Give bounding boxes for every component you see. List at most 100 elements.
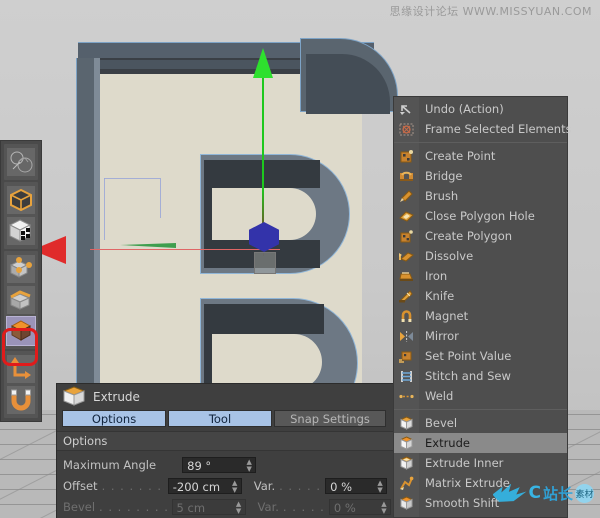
axis-center-handle[interactable] — [254, 252, 276, 274]
texture-tag-mode-button[interactable] — [6, 216, 36, 246]
guide-line-1 — [104, 178, 160, 179]
menu-item-extrude[interactable]: Extrude — [394, 433, 567, 453]
field-extra-input[interactable]: 0 % ▲▼ — [329, 499, 391, 515]
extrude-cube-icon — [394, 433, 419, 453]
menu-item-label: Frame Selected Elements — [419, 122, 572, 136]
extrude-inner-icon — [394, 453, 419, 473]
field-input-bevel[interactable]: 5 cm ▲▼ — [172, 499, 246, 515]
field-label: Offset — [63, 479, 98, 493]
mesh-commands-menu[interactable]: Undo (Action) Frame Selected Elements Crea… — [393, 96, 568, 518]
guide-line-3 — [160, 178, 161, 218]
menu-item-dissolve[interactable]: Dissolve — [394, 246, 567, 266]
field-label: Maximum Angle — [63, 458, 156, 472]
field-row-offset[interactable]: Offset. . . . . . . .-200 cm▲▼Var.. . . … — [63, 476, 395, 495]
magnet-icon — [7, 386, 35, 414]
axis-y-shaft[interactable] — [262, 55, 264, 245]
spinner-arrows-icon[interactable]: ▲▼ — [376, 480, 384, 494]
menu-item-extrude-inner[interactable]: Extrude Inner — [394, 453, 567, 473]
field-extra-label: Var. — [254, 479, 275, 493]
menu-item-create-point[interactable]: Create Point — [394, 146, 567, 166]
menu-item-brush[interactable]: Brush — [394, 186, 567, 206]
toolbar-group-0 — [4, 144, 38, 180]
bridge-icon — [394, 166, 419, 186]
edges-mode-button[interactable] — [6, 285, 36, 315]
tab-snap-settings[interactable]: Snap Settings — [274, 410, 386, 427]
create-polygon-icon — [394, 226, 419, 246]
spinner-arrows-icon[interactable]: ▲▼ — [231, 480, 239, 494]
tab-options[interactable]: Options — [62, 410, 166, 427]
smooth-shift-icon — [394, 493, 419, 513]
menu-item-magnet[interactable]: Magnet — [394, 306, 567, 326]
axis-x-shaft[interactable] — [90, 249, 280, 250]
texture-axis-icon — [7, 148, 35, 176]
menu-item-stitch-and-sew[interactable]: Stitch and Sew — [394, 366, 567, 386]
menu-item-smooth-shift[interactable]: Smooth Shift — [394, 493, 567, 513]
field-extra-value: 0 % — [334, 501, 356, 515]
field-row-maximum-angle[interactable]: Maximum Angle 89 °▲▼ — [63, 455, 395, 474]
menu-item-label: Bridge — [419, 169, 463, 183]
menu-item-create-polygon[interactable]: Create Polygon — [394, 226, 567, 246]
watermark-top: 思缘设计论坛 WWW.MISSYUAN.COM — [390, 3, 592, 19]
extrude-dialog-tabs[interactable]: OptionsToolSnap Settings — [57, 410, 401, 431]
menu-item-bevel[interactable]: Bevel — [394, 413, 567, 433]
spinner-arrows-icon[interactable]: ▲▼ — [245, 459, 253, 473]
orange-wire-cube-icon — [7, 186, 35, 214]
menu-item-label: Extrude — [419, 436, 470, 450]
menu-item-undo-action[interactable]: Undo (Action) — [394, 99, 567, 119]
field-row-bevel[interactable]: Bevel. . . . . . . . . .5 cm▲▼Var.. . . … — [63, 497, 395, 516]
axis-y-arrow[interactable] — [253, 48, 273, 78]
menu-item-matrix-extrude[interactable]: Matrix Extrude — [394, 473, 567, 493]
menu-item-mirror[interactable]: Mirror — [394, 326, 567, 346]
field-extra-label: Var. — [258, 500, 279, 514]
menu-item-label: Knife — [419, 289, 454, 303]
create-point-icon — [394, 146, 419, 166]
extrude-dialog-title: Extrude — [93, 390, 140, 404]
watermark-badge: 素材 — [575, 484, 594, 503]
bevel-icon — [394, 413, 419, 433]
enable-snap-button[interactable] — [6, 385, 36, 415]
points-mode-button[interactable] — [6, 254, 36, 284]
menu-item-label: Undo (Action) — [419, 102, 504, 116]
menu-separator — [394, 142, 567, 143]
model-mode-button[interactable] — [6, 185, 36, 215]
menu-item-label: Extrude Inner — [419, 456, 503, 470]
menu-item-frame-selected-elements[interactable]: Frame Selected Elements — [394, 119, 567, 139]
mode-toolbar[interactable] — [0, 140, 42, 422]
menu-item-close-polygon-hole[interactable]: Close Polygon Hole — [394, 206, 567, 226]
menu-item-label: Weld — [419, 389, 453, 403]
menu-item-label: Stitch and Sew — [419, 369, 511, 383]
mirror-icon — [394, 326, 419, 346]
field-value: -200 cm — [173, 480, 220, 494]
matrix-extrude-icon — [394, 473, 419, 493]
tab-tool[interactable]: Tool — [168, 410, 272, 427]
field-extra-value: 0 % — [330, 480, 352, 494]
checker-cube-icon — [7, 217, 35, 245]
menu-item-label: Bevel — [419, 416, 457, 430]
field-extra-input[interactable]: 0 % ▲▼ — [325, 478, 387, 494]
brush-icon — [394, 186, 419, 206]
extrude-dialog[interactable]: Extrude OptionsToolSnap Settings Options… — [56, 383, 402, 518]
menu-item-weld[interactable]: Weld — [394, 386, 567, 406]
field-input-offset[interactable]: -200 cm ▲▼ — [168, 478, 242, 494]
extrude-options-fields[interactable]: Maximum Angle89 °▲▼Offset. . . . . . . .… — [57, 451, 401, 516]
menu-item-label: Iron — [419, 269, 447, 283]
menu-item-label: Brush — [419, 189, 458, 203]
edge-cube-icon — [7, 286, 35, 314]
menu-item-bridge[interactable]: Bridge — [394, 166, 567, 186]
spinner-arrows-icon[interactable]: ▲▼ — [235, 501, 243, 515]
menu-item-knife[interactable]: Knife — [394, 286, 567, 306]
menu-item-label: Smooth Shift — [419, 496, 499, 510]
menu-item-label: Dissolve — [419, 249, 473, 263]
menu-item-iron[interactable]: Iron — [394, 266, 567, 286]
menu-item-set-point-value[interactable]: Set Point Value — [394, 346, 567, 366]
spinner-arrows-icon[interactable]: ▲▼ — [380, 501, 388, 515]
polygon-mode-highlight-ring — [2, 328, 38, 366]
dissolve-icon — [394, 246, 419, 266]
menu-item-label: Matrix Extrude — [419, 476, 510, 490]
field-input-maximum-angle[interactable]: 89 °▲▼ — [182, 457, 256, 473]
extrude-dialog-titlebar: Extrude — [57, 384, 401, 410]
texture-mode-button[interactable] — [6, 147, 36, 177]
set-point-value-icon — [394, 346, 419, 366]
field-value: 5 cm — [177, 501, 206, 515]
stitch-and-sew-icon — [394, 366, 419, 386]
